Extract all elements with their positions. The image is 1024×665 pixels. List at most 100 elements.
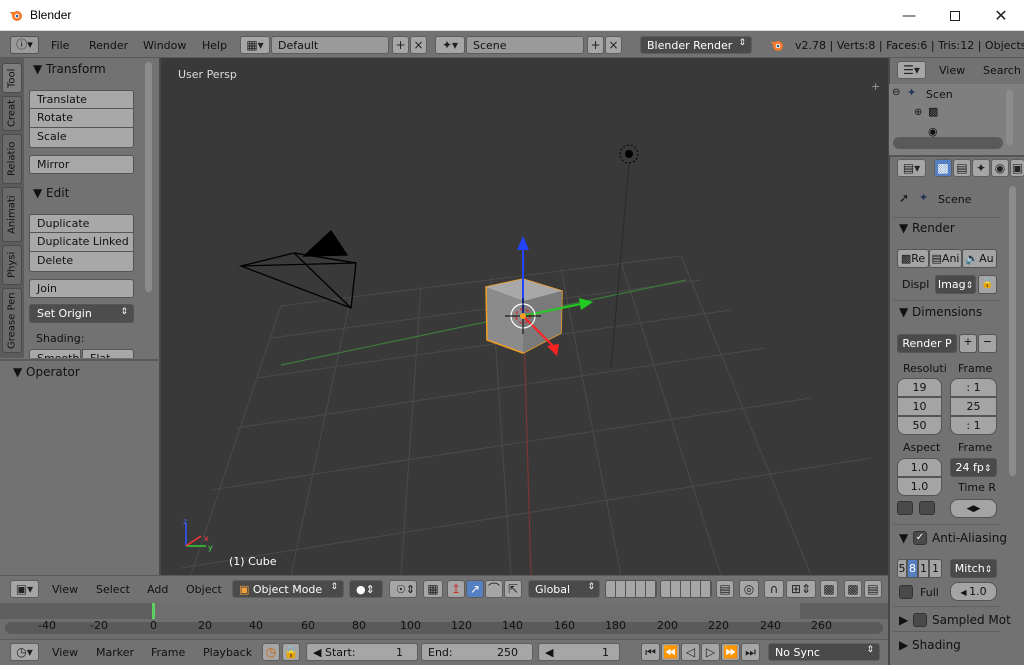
aa-samples-5[interactable]: 5: [897, 559, 907, 578]
remove-preset-button[interactable]: −: [978, 334, 997, 353]
border-checkbox[interactable]: [919, 501, 935, 515]
sampled-motion-panel-header[interactable]: ▶: [899, 613, 908, 627]
layers-row-1[interactable]: [605, 580, 657, 598]
aa-samples-16[interactable]: 1: [929, 559, 942, 578]
object-context-tab[interactable]: ▣: [1010, 159, 1024, 177]
menu-window[interactable]: Window: [143, 39, 186, 52]
render-audio-button[interactable]: 🔈Au: [962, 249, 997, 268]
flat-button[interactable]: Flat: [82, 349, 134, 358]
translate-button[interactable]: Translate: [29, 90, 134, 109]
outliner-scrollbar[interactable]: [893, 137, 1003, 149]
editor-type-button[interactable]: ◷▾: [10, 643, 39, 661]
full-sample-checkbox[interactable]: [899, 585, 913, 599]
opengl-render-button[interactable]: ▩: [820, 580, 838, 598]
tab-physics[interactable]: Physi: [2, 245, 22, 285]
menu-view[interactable]: View: [52, 646, 78, 659]
menu-view[interactable]: View: [52, 583, 78, 596]
manipulator-toggle-button[interactable]: ▦: [423, 580, 443, 598]
play-button[interactable]: ▷: [701, 643, 720, 661]
manipulator-move-button[interactable]: ↗: [466, 580, 484, 598]
tab-tool[interactable]: Tool: [2, 63, 22, 93]
jump-start-button[interactable]: ⏮: [641, 643, 660, 661]
transform-orientation-select[interactable]: Global ⇕: [528, 580, 600, 598]
scene-field[interactable]: Scene: [466, 36, 584, 54]
aa-samples-8[interactable]: 8: [907, 559, 918, 578]
edit-panel-header[interactable]: ▼ Edit: [33, 186, 69, 200]
frame-rate-select[interactable]: 24 fp⇕: [950, 458, 997, 477]
menu-object[interactable]: Object: [186, 583, 222, 596]
shading-panel-header[interactable]: ▶ Shading: [899, 638, 961, 652]
display-select[interactable]: Imag⇕: [935, 275, 976, 294]
viewport-shading-select[interactable]: ●⇕: [349, 580, 383, 598]
crop-checkbox[interactable]: [897, 501, 913, 515]
manipulator-scale-button[interactable]: ⇱: [504, 580, 522, 598]
properties-scrollbar[interactable]: [1009, 186, 1016, 476]
world-context-tab[interactable]: ◉: [991, 159, 1009, 177]
transform-panel-header[interactable]: ▼ Transform: [33, 62, 106, 76]
jump-end-button[interactable]: ⏭: [741, 643, 760, 661]
current-frame-field[interactable]: ◀ 1: [538, 643, 620, 661]
end-frame-field[interactable]: End: 250: [421, 643, 533, 661]
3d-viewport[interactable]: z x y User Persp (1) Cube +: [161, 58, 888, 575]
play-reverse-button[interactable]: ◁: [681, 643, 700, 661]
render-context-tab[interactable]: ▩: [934, 159, 952, 177]
aa-filter-select[interactable]: Mitch⇕: [950, 559, 997, 578]
scene-context-tab[interactable]: ✦: [972, 159, 990, 177]
menu-frame[interactable]: Frame: [151, 646, 185, 659]
render-layers-context-tab[interactable]: ▤: [953, 159, 971, 177]
set-origin-select[interactable]: Set Origin ⇕: [29, 304, 134, 323]
menu-playback[interactable]: Playback: [203, 646, 252, 659]
join-button[interactable]: Join: [29, 279, 134, 298]
menu-render[interactable]: Render: [89, 39, 128, 52]
sampled-motion-checkbox[interactable]: [913, 613, 927, 627]
anti-aliasing-panel-header[interactable]: ▼: [899, 531, 908, 545]
render-engine-select[interactable]: Blender Render ⇕: [640, 36, 752, 54]
add-screen-button[interactable]: +: [392, 36, 409, 54]
editor-type-button[interactable]: ⓘ▾: [10, 36, 39, 54]
opengl-render-animation-button[interactable]: ▩: [844, 580, 862, 598]
jump-keyframe-forward-button[interactable]: ⏩: [721, 643, 740, 661]
render-presets-select[interactable]: Render P: [897, 334, 957, 353]
lock-interface-button[interactable]: 🔒: [978, 275, 997, 294]
duplicate-linked-button[interactable]: Duplicate Linked: [29, 233, 134, 252]
maximize-button[interactable]: [932, 0, 978, 31]
outliner-vscroll[interactable]: [1006, 90, 1013, 145]
menu-file[interactable]: File: [51, 39, 69, 52]
aspect-y-field[interactable]: 1.0: [897, 477, 942, 496]
editor-type-button[interactable]: ▣▾: [10, 580, 39, 598]
tab-grease-pencil[interactable]: Grease Pen: [2, 288, 22, 353]
remove-screen-button[interactable]: ×: [410, 36, 427, 54]
layers-row-2[interactable]: [660, 580, 712, 598]
resolution-y-field[interactable]: 10: [897, 397, 942, 416]
editor-type-button[interactable]: ☰▾: [897, 61, 926, 79]
menu-add[interactable]: Add: [147, 583, 168, 596]
delete-button[interactable]: Delete: [29, 252, 134, 272]
jump-keyframe-back-button[interactable]: ⏪: [661, 643, 680, 661]
screen-layout-browse-button[interactable]: ▦▾: [240, 36, 270, 54]
clapper-button[interactable]: ▤: [864, 580, 882, 598]
scene-browse-button[interactable]: ✦▾: [435, 36, 465, 54]
frame-step-field[interactable]: : 1: [950, 416, 997, 435]
editor-type-button[interactable]: ▤▾: [897, 159, 926, 177]
timeline-scrollbar[interactable]: [5, 622, 883, 634]
snap-toggle-button[interactable]: ∩: [764, 580, 784, 598]
close-button[interactable]: ✕: [978, 0, 1024, 31]
frame-start-field[interactable]: : 1: [950, 378, 997, 397]
sync-mode-select[interactable]: No Sync ⇕: [768, 643, 880, 661]
resolution-percentage-field[interactable]: 50: [897, 416, 942, 435]
tool-shelf-scrollbar[interactable]: [145, 62, 152, 292]
mode-select[interactable]: ▣ Object Mode ⇕: [232, 580, 344, 598]
current-frame-marker[interactable]: [152, 603, 155, 619]
aspect-x-field[interactable]: 1.0: [897, 458, 942, 477]
aa-filter-size-field[interactable]: ◀ 1.0: [950, 582, 997, 601]
pivot-point-select[interactable]: ☉⇕: [389, 580, 417, 598]
manipulator-translate-button[interactable]: ↥: [447, 580, 465, 598]
frame-end-field[interactable]: 25: [950, 397, 997, 416]
tab-create[interactable]: Creat: [2, 96, 22, 131]
expand-icon[interactable]: ⊕: [914, 107, 922, 118]
scale-button[interactable]: Scale: [29, 128, 134, 148]
render-image-button[interactable]: ▩Re: [897, 249, 929, 268]
mirror-button[interactable]: Mirror: [29, 155, 134, 174]
layer-lock-button[interactable]: ▤: [716, 580, 734, 598]
render-panel-header[interactable]: ▼ Render: [899, 221, 955, 235]
